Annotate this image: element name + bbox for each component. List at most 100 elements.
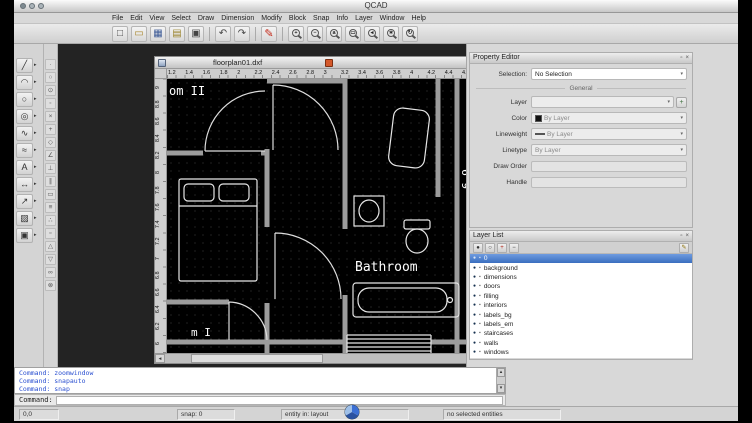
menu-item[interactable]: Help: [412, 13, 426, 23]
zoom-window-button[interactable]: ▭: [345, 25, 361, 42]
layer-lock-icon[interactable]: ▪: [479, 254, 481, 263]
layer-visible-icon[interactable]: ●: [473, 339, 476, 348]
document-close-button[interactable]: [325, 59, 333, 67]
document-titlebar[interactable]: floorplan01.dxf: [155, 57, 506, 69]
layer-row[interactable]: ● ▪ dimensions: [470, 273, 692, 282]
arc-tool-button[interactable]: ◠: [16, 74, 33, 90]
window-minimize-icon[interactable]: [29, 3, 35, 9]
snap-button[interactable]: ▫: [45, 228, 56, 239]
menu-item[interactable]: Block: [289, 13, 306, 23]
layer-visible-icon[interactable]: ●: [473, 254, 476, 263]
layer-visible-icon[interactable]: ●: [473, 292, 476, 301]
layer-visible-icon[interactable]: ●: [473, 264, 476, 273]
zoom-in-button[interactable]: +: [288, 25, 304, 42]
layer-visible-icon[interactable]: ●: [473, 329, 476, 338]
menu-item[interactable]: Layer: [355, 13, 373, 23]
edit-layer-button[interactable]: ✎: [679, 242, 689, 253]
pan-button[interactable]: ∗: [383, 25, 399, 42]
snap-button[interactable]: ▽: [45, 254, 56, 265]
layer-combo[interactable]: ▾: [531, 96, 674, 108]
line-tool-button[interactable]: ╱: [16, 57, 33, 73]
linetype-combo[interactable]: By Layer ▾: [531, 144, 687, 156]
hide-all-layers-button[interactable]: ○: [485, 242, 495, 253]
scroll-left-icon[interactable]: ◂: [155, 354, 165, 363]
menu-item[interactable]: Draw: [198, 13, 214, 23]
menu-item[interactable]: Window: [380, 13, 405, 23]
snap-button[interactable]: ◦: [45, 98, 56, 109]
dock-close-icon[interactable]: ×: [685, 233, 689, 239]
snap-button[interactable]: ×: [45, 111, 56, 122]
polyline-tool-button[interactable]: ≈: [16, 142, 33, 158]
layer-visible-icon[interactable]: ●: [473, 282, 476, 291]
print-button[interactable]: ▤: [169, 25, 185, 42]
hatch-tool-button[interactable]: ▨: [16, 210, 33, 226]
redraw-button[interactable]: ↻: [402, 25, 418, 42]
menu-item[interactable]: Select: [171, 13, 190, 23]
history-scrollbar[interactable]: ▴ ▾: [496, 368, 505, 393]
snap-button[interactable]: ○: [45, 72, 56, 83]
snap-button[interactable]: ∴: [45, 215, 56, 226]
scroll-down-icon[interactable]: ▾: [497, 384, 505, 393]
dock-float-icon[interactable]: ▫: [680, 55, 682, 61]
layer-row[interactable]: ● ▪ labels_bg: [470, 310, 692, 319]
undo-button[interactable]: ↶: [215, 25, 231, 42]
menu-item[interactable]: Snap: [313, 13, 329, 23]
scroll-up-icon[interactable]: ▴: [497, 368, 505, 377]
window-maximize-icon[interactable]: [38, 3, 44, 9]
apply-layer-button[interactable]: +: [676, 96, 687, 108]
layer-lock-icon[interactable]: ▪: [479, 339, 481, 348]
dock-float-icon[interactable]: ▫: [680, 233, 682, 239]
ellipse-tool-button[interactable]: ◎: [16, 108, 33, 124]
snap-button[interactable]: ∥: [45, 176, 56, 187]
layer-row[interactable]: ● ▪ filling: [470, 292, 692, 301]
show-all-layers-button[interactable]: ●: [473, 242, 483, 253]
layer-lock-icon[interactable]: ▪: [479, 320, 481, 329]
leader-tool-button[interactable]: ↗: [16, 193, 33, 209]
open-file-button[interactable]: ▭: [131, 25, 147, 42]
snap-button[interactable]: ▭: [45, 189, 56, 200]
scrollbar-thumb[interactable]: [191, 354, 323, 363]
layer-row[interactable]: ● ▪ staircases: [470, 329, 692, 338]
horizontal-scrollbar[interactable]: ◂ ▸: [155, 353, 496, 363]
snap-button[interactable]: ◇: [45, 137, 56, 148]
layer-visible-icon[interactable]: ●: [473, 273, 476, 282]
snap-button[interactable]: ⊥: [45, 163, 56, 174]
text-tool-button[interactable]: A: [16, 159, 33, 175]
lineweight-combo[interactable]: By Layer ▾: [531, 128, 687, 140]
layer-lock-icon[interactable]: ▪: [479, 282, 481, 291]
menu-item[interactable]: Dimension: [221, 13, 254, 23]
selection-combo[interactable]: No Selection ▾: [531, 68, 687, 80]
snap-button[interactable]: ∠: [45, 150, 56, 161]
snap-button[interactable]: ∞: [45, 267, 56, 278]
layer-row[interactable]: ● ▪ labels_em: [470, 320, 692, 329]
snap-button[interactable]: ⊗: [45, 280, 56, 291]
snap-button[interactable]: ≡: [45, 202, 56, 213]
layer-visible-icon[interactable]: ●: [473, 301, 476, 310]
color-combo[interactable]: By Layer ▾: [531, 112, 687, 124]
layer-row[interactable]: ● ▪ interiors: [470, 301, 692, 310]
layer-lock-icon[interactable]: ▪: [479, 273, 481, 282]
layer-lock-icon[interactable]: ▪: [479, 301, 481, 310]
zoom-auto-button[interactable]: a: [326, 25, 342, 42]
block-tool-button[interactable]: ▣: [16, 227, 33, 243]
layer-lock-icon[interactable]: ▪: [479, 329, 481, 338]
print-preview-button[interactable]: ▣: [188, 25, 204, 42]
layer-row[interactable]: ● ▪ doors: [470, 282, 692, 291]
dock-close-icon[interactable]: ×: [685, 55, 689, 61]
layer-visible-icon[interactable]: ●: [473, 311, 476, 320]
snap-button[interactable]: △: [45, 241, 56, 252]
layer-row[interactable]: ● ▪ 0: [470, 254, 692, 264]
menu-item[interactable]: Modify: [261, 13, 282, 23]
menu-item[interactable]: View: [149, 13, 164, 23]
snap-button[interactable]: ·: [45, 59, 56, 70]
remove-layer-button[interactable]: −: [509, 242, 519, 253]
redo-button[interactable]: ↷: [234, 25, 250, 42]
menu-item[interactable]: File: [112, 13, 123, 23]
snap-button[interactable]: +: [45, 124, 56, 135]
zoom-out-button[interactable]: −: [307, 25, 323, 42]
menu-item[interactable]: Info: [336, 13, 348, 23]
spline-tool-button[interactable]: ∿: [16, 125, 33, 141]
dimension-tool-button[interactable]: ↔: [16, 176, 33, 192]
command-input[interactable]: [55, 395, 503, 405]
layer-row[interactable]: ● ▪ windows: [470, 348, 692, 357]
